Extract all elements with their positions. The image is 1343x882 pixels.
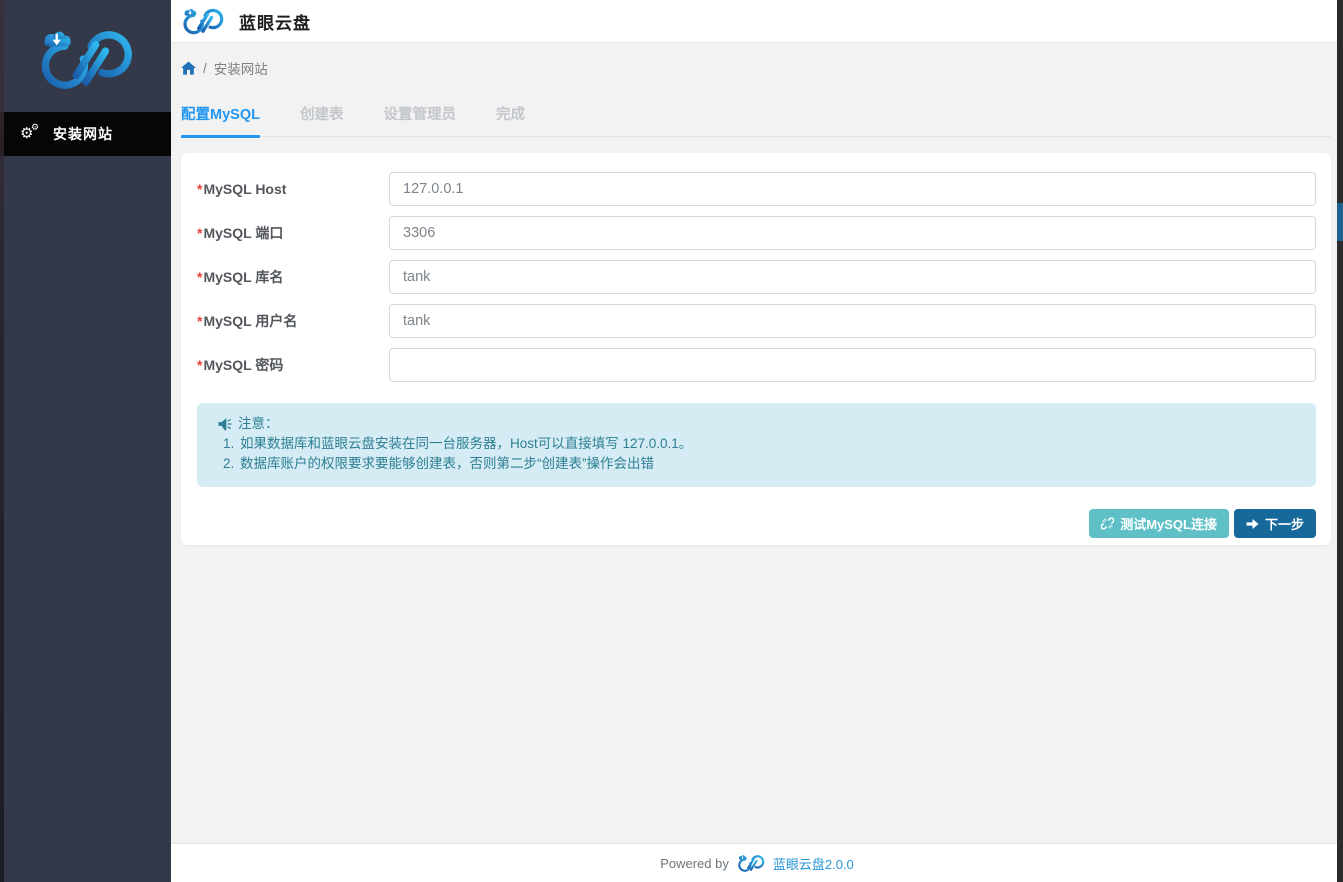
breadcrumb-separator: / — [203, 61, 207, 76]
mysql-port-input[interactable] — [389, 216, 1316, 250]
required-mark: * — [197, 269, 202, 285]
window-scrollbar-thumb[interactable] — [1337, 203, 1343, 241]
footer: Powered by 蓝眼云盘2.0.0 — [171, 843, 1343, 882]
form-row-password: *MySQL 密码 — [197, 348, 1316, 382]
tab-create-tables[interactable]: 创建表 — [300, 103, 344, 136]
actions-row: 测试MySQL连接 下一步 — [197, 509, 1316, 538]
field-label: *MySQL 密码 — [197, 355, 389, 375]
form-row-port: *MySQL 端口 — [197, 216, 1316, 250]
form-row-database: *MySQL 库名 — [197, 260, 1316, 294]
notice-item: 如果数据库和蓝眼云盘安装在同一台服务器，Host可以直接填写 127.0.0.1… — [238, 435, 1296, 453]
sidebar: ⚙⚙ 安装网站 — [0, 0, 171, 882]
content-area: / 安装网站 配置MySQL 创建表 设置管理员 完成 *MySQL Host … — [171, 43, 1343, 843]
notice-item: 数据库账户的权限要求要能够创建表，否则第二步“创建表”操作会出错 — [238, 455, 1296, 473]
arrow-right-icon — [1246, 518, 1259, 530]
mysql-database-input[interactable] — [389, 260, 1316, 294]
required-mark: * — [197, 181, 202, 197]
required-mark: * — [197, 225, 202, 241]
test-mysql-button[interactable]: 测试MySQL连接 — [1089, 509, 1229, 538]
mysql-username-input[interactable] — [389, 304, 1316, 338]
field-label: *MySQL Host — [197, 181, 389, 197]
breadcrumb-current: 安装网站 — [214, 58, 268, 78]
header-logo-icon — [180, 7, 226, 36]
notice-header: 注意： — [217, 415, 1296, 433]
home-icon[interactable] — [181, 61, 196, 75]
mysql-config-card: *MySQL Host *MySQL 端口 *MySQL 库名 *MySQL 用… — [181, 153, 1331, 545]
breadcrumb: / 安装网站 — [171, 43, 1343, 78]
field-label: *MySQL 库名 — [197, 267, 389, 287]
field-label: *MySQL 用户名 — [197, 311, 389, 331]
cogs-icon: ⚙⚙ — [22, 125, 42, 143]
field-label: *MySQL 端口 — [197, 223, 389, 243]
required-mark: * — [197, 313, 202, 329]
sidebar-logo-area — [0, 0, 171, 112]
window-scrollbar-track[interactable] — [1337, 0, 1343, 882]
wizard-tabs: 配置MySQL 创建表 设置管理员 完成 — [181, 103, 1331, 137]
mysql-password-input[interactable] — [389, 348, 1316, 382]
tab-configure-mysql[interactable]: 配置MySQL — [181, 103, 260, 136]
powered-by-text: Powered by — [660, 856, 729, 871]
footer-logo-icon — [736, 854, 766, 873]
notice-list: 如果数据库和蓝眼云盘安装在同一台服务器，Host可以直接填写 127.0.0.1… — [238, 435, 1296, 473]
unlink-icon — [1101, 517, 1114, 530]
notice-box: 注意： 如果数据库和蓝眼云盘安装在同一台服务器，Host可以直接填写 127.0… — [197, 403, 1316, 487]
next-step-button[interactable]: 下一步 — [1234, 509, 1316, 538]
main-area: 蓝眼云盘 / 安装网站 配置MySQL 创建表 设置管理员 完成 *MySQL … — [171, 0, 1343, 882]
form-row-host: *MySQL Host — [197, 172, 1316, 206]
sidebar-item-label: 安装网站 — [53, 124, 113, 144]
mysql-host-input[interactable] — [389, 172, 1316, 206]
app-logo-icon — [34, 27, 138, 93]
sidebar-item-install[interactable]: ⚙⚙ 安装网站 — [0, 112, 171, 156]
footer-brand-link[interactable]: 蓝眼云盘2.0.0 — [773, 854, 854, 873]
required-mark: * — [197, 357, 202, 373]
megaphone-icon — [217, 418, 232, 431]
form-row-username: *MySQL 用户名 — [197, 304, 1316, 338]
tab-setup-admin[interactable]: 设置管理员 — [383, 103, 456, 136]
app-title: 蓝眼云盘 — [239, 9, 311, 34]
tab-finish[interactable]: 完成 — [496, 103, 525, 136]
notice-title: 注意： — [238, 415, 279, 433]
header: 蓝眼云盘 — [171, 0, 1343, 43]
